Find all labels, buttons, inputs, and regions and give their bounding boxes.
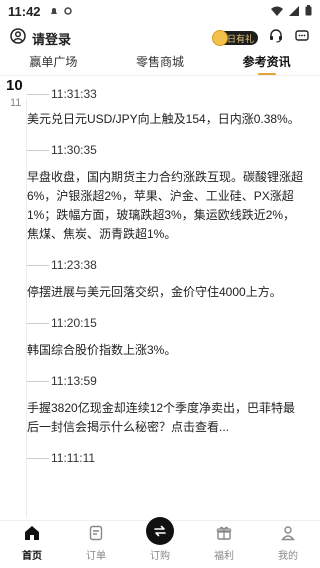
news-text: 停摆进展与美元回落交织，金价守住4000上方。: [27, 285, 282, 299]
gift-icon: [216, 525, 232, 547]
login-link[interactable]: 请登录: [32, 29, 71, 48]
nav-home-label: 首页: [22, 551, 42, 562]
battery-icon: [305, 4, 312, 19]
tab-retail-mall[interactable]: 零售商城: [107, 52, 214, 76]
customer-service-icon[interactable]: [268, 28, 284, 49]
news-time: 11:23:38: [51, 258, 97, 272]
news-item[interactable]: 11:11:11: [0, 446, 320, 470]
status-bar: 11:42: [0, 0, 320, 22]
tab-reference-news[interactable]: 参考资讯: [213, 52, 320, 76]
daily-gift-badge[interactable]: 每日有礼: [212, 30, 258, 46]
news-text: 美元兑日元USD/JPY向上触及154，日内涨0.38%。: [27, 112, 300, 126]
signal-icon: [289, 4, 299, 19]
news-time: 11:13:59: [51, 374, 97, 388]
top-tabs: 赢单广场 零售商城 参考资讯: [0, 52, 320, 76]
date-month: 11: [10, 97, 22, 109]
news-item[interactable]: 11:13:59 手握3820亿现金却连续12个季度净卖出，巴菲特最后一封信会揭…: [0, 369, 320, 437]
news-item[interactable]: 11:23:38 停摆进展与美元回落交织，金价守住4000上方。: [0, 253, 320, 302]
tab-win-square[interactable]: 赢单广场: [0, 52, 107, 76]
nav-subscribe[interactable]: 订购: [128, 517, 192, 568]
tab-divider: [0, 75, 320, 76]
news-text: 手握3820亿现金却连续12个季度净卖出，巴菲特最后一封信会揭示什么秘密？点击查…: [27, 401, 296, 434]
message-icon[interactable]: [294, 28, 310, 49]
profile-icon: [280, 525, 296, 547]
nav-profile-label: 我的: [278, 551, 298, 562]
home-icon: [23, 525, 41, 547]
orders-icon: [88, 525, 104, 547]
status-time: 11:42: [8, 3, 41, 19]
news-time: 11:20:15: [51, 316, 97, 330]
subscribe-icon: [146, 517, 174, 545]
settings-status-icon: [63, 4, 73, 19]
news-text: 早盘收盘，国内期货主力合约涨跌互现。碳酸锂涨超6%，沪银涨超2%，苹果、沪金、工…: [27, 170, 304, 241]
news-text: 韩国综合股价指数上涨3%。: [27, 343, 177, 357]
news-time: 11:30:35: [51, 143, 97, 157]
nav-benefits[interactable]: 福利: [192, 521, 256, 568]
nav-profile[interactable]: 我的: [256, 521, 320, 568]
news-item[interactable]: 11:30:35 早盘收盘，国内期货主力合约涨跌互现。碳酸锂涨超6%，沪银涨超2…: [0, 138, 320, 244]
nav-subscribe-label: 订购: [150, 551, 170, 562]
wifi-icon: [271, 4, 283, 19]
news-time: 11:31:33: [51, 87, 97, 101]
nav-home[interactable]: 首页: [0, 521, 64, 568]
header: 请登录 每日有礼: [0, 24, 320, 52]
nav-benefits-label: 福利: [214, 551, 234, 562]
notification-icon: [49, 4, 59, 19]
news-item[interactable]: 11:31:33 美元兑日元USD/JPY向上触及154，日内涨0.38%。: [0, 82, 320, 129]
date-marker: 10 11: [6, 77, 23, 110]
news-time: 11:11:11: [51, 451, 96, 465]
nav-orders-label: 订单: [86, 551, 106, 562]
news-item[interactable]: 11:20:15 韩国综合股价指数上涨3%。: [0, 311, 320, 360]
news-feed[interactable]: 11:31:33 美元兑日元USD/JPY向上触及154，日内涨0.38%。 1…: [0, 80, 320, 520]
user-icon[interactable]: [10, 27, 26, 49]
date-day: 10: [6, 77, 23, 94]
nav-orders[interactable]: 订单: [64, 521, 128, 568]
bottom-nav: 首页 订单 订购 福利 我的: [0, 517, 320, 568]
coin-icon: [212, 30, 228, 46]
